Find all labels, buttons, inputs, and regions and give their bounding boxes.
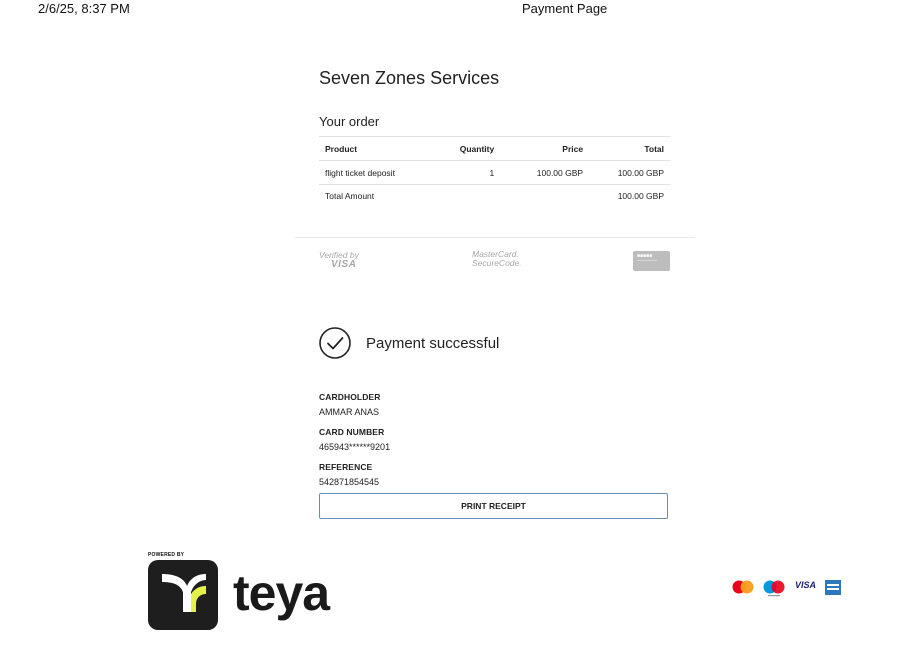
accepted-cards: VISA: [732, 580, 841, 597]
amex-icon: [825, 580, 841, 595]
page-title: Payment Page: [522, 1, 608, 16]
order-table-header: Product Quantity Price Total: [319, 136, 670, 161]
check-circle-icon: [319, 327, 351, 359]
powered-by-label: POWERED BY: [148, 552, 185, 558]
column-header-total: Total: [644, 143, 664, 154]
payment-status-message: Payment successful: [366, 335, 500, 352]
visa-icon: VISA: [795, 580, 816, 590]
secure-payment-badge-icon: ■■■■■ ————: [633, 251, 670, 271]
mastercard-securecode-line2: SecureCode.: [472, 258, 522, 268]
teya-logo-icon: [148, 560, 218, 630]
print-receipt-button[interactable]: PRINT RECEIPT: [319, 493, 668, 519]
column-header-quantity: Quantity: [459, 143, 495, 154]
total-amount-label: Total Amount: [325, 191, 375, 201]
teya-wordmark: teya: [233, 565, 330, 621]
column-header-price: Price: [562, 143, 584, 154]
print-datetime: 2/6/25, 8:37 PM: [38, 1, 130, 16]
total-amount-row: Total Amount 100.00 GBP: [319, 184, 670, 208]
maestro-icon: [763, 580, 785, 597]
column-header-product: Product: [325, 143, 358, 154]
order-heading: Your order: [319, 114, 380, 129]
quantity-cell: 1: [489, 167, 495, 178]
reference-label: REFERENCE: [319, 462, 373, 472]
card-number-label: CARD NUMBER: [319, 427, 385, 437]
total-amount-value: 100.00 GBP: [617, 191, 664, 201]
total-cell: 100.00 GBP: [617, 167, 664, 178]
mastercard-securecode-badge: MasterCard. SecureCode.: [472, 250, 522, 268]
reference-value: 542871854545: [319, 477, 380, 487]
verified-by-visa-badge: Verified by VISA: [319, 251, 359, 270]
cardholder-label: CARDHOLDER: [319, 392, 381, 402]
card-number-value: 465943******9201: [319, 442, 391, 452]
table-row: flight ticket deposit 1 100.00 GBP 100.0…: [319, 160, 670, 185]
mastercard-icon: [732, 580, 754, 594]
merchant-name: Seven Zones Services: [319, 68, 500, 88]
order-table: Product Quantity Price Total flight tick…: [319, 136, 670, 207]
price-cell: 100.00 GBP: [536, 167, 584, 178]
product-cell: flight ticket deposit: [325, 167, 395, 178]
section-divider: [295, 237, 695, 238]
verified-by-visa-line2: VISA: [331, 259, 357, 270]
cardholder-value: AMMAR ANAS: [319, 407, 380, 417]
